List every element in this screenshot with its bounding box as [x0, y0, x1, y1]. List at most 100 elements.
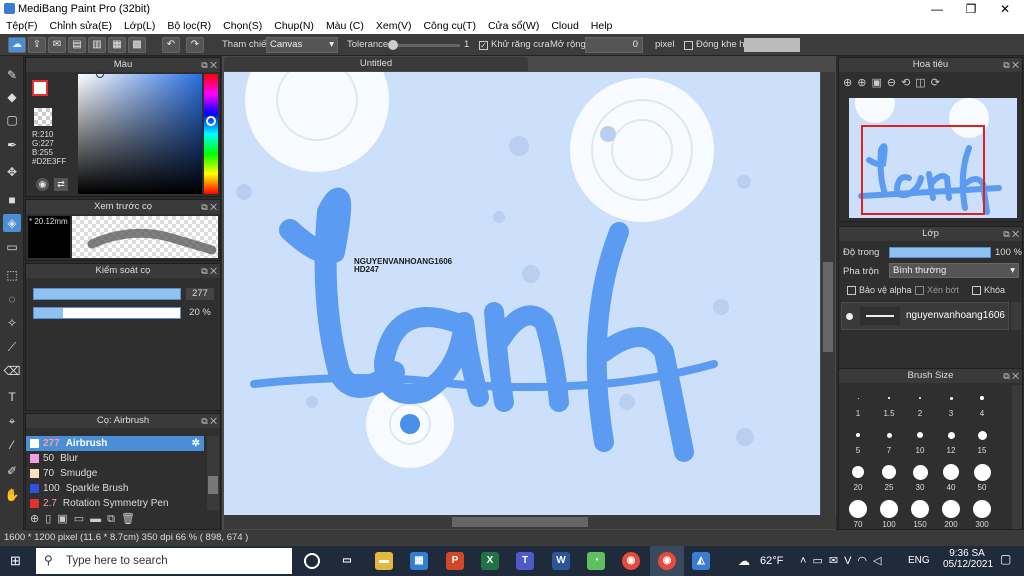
brush-size-option[interactable]: 2	[905, 387, 935, 425]
task-view-icon[interactable]: ▭	[338, 552, 356, 570]
menu-select[interactable]: Chọn(S)	[217, 18, 268, 34]
foreground-color-swatch[interactable]	[32, 80, 48, 96]
brush-size-option[interactable]: 5	[843, 424, 873, 462]
brush-list-scrollbar[interactable]	[207, 436, 219, 510]
operation-tool-icon[interactable]: ⌖	[3, 412, 21, 430]
chrome-active-icon[interactable]: ◉	[658, 552, 676, 570]
close-button[interactable]: ✕	[988, 0, 1022, 18]
vivaldi-icon[interactable]: V	[844, 555, 857, 567]
file-explorer-icon[interactable]: ▬	[375, 552, 393, 570]
menu-snap[interactable]: Chụp(N)	[268, 18, 320, 34]
panel-close-icon[interactable]: ⧉ ✕	[201, 264, 217, 278]
menu-cloud[interactable]: Cloud	[545, 18, 584, 34]
rotate-left-icon[interactable]: ⟲	[901, 77, 915, 89]
fill-rect-tool-icon[interactable]: ■	[3, 191, 21, 209]
folder-icon[interactable]: ▬	[90, 513, 107, 525]
brush-item-airbrush[interactable]: 277 Airbrush ✲	[26, 436, 204, 451]
copy-brush-icon[interactable]: ▭	[74, 513, 90, 525]
gear-icon[interactable]: ✲	[192, 436, 200, 451]
menu-filter[interactable]: Bộ lọc(R)	[161, 18, 217, 34]
chrome-icon[interactable]: ◉	[622, 552, 640, 570]
grid-icon[interactable]: ▦	[108, 37, 126, 53]
hue-handle[interactable]	[206, 116, 216, 126]
actual-size-icon[interactable]: ◫	[915, 77, 930, 89]
medibang-icon[interactable]: ◭	[692, 552, 710, 570]
bucket-tool-icon[interactable]: ◈	[3, 214, 21, 232]
redo-icon[interactable]: ↷	[186, 37, 204, 53]
brush-size-option[interactable]: 25	[874, 461, 904, 499]
brush-item-smudge[interactable]: 70 Smudge	[26, 466, 204, 481]
maximize-button[interactable]: ❐	[954, 0, 988, 18]
menu-view[interactable]: Xem(V)	[370, 18, 418, 34]
tolerance-slider[interactable]	[390, 44, 460, 47]
rect-tool-icon[interactable]: ▢	[3, 111, 21, 129]
clipping-checkbox[interactable]	[915, 286, 924, 295]
menu-help[interactable]: Help	[585, 18, 619, 34]
windows-start-icon[interactable]: ⊞	[10, 554, 24, 568]
chevron-up-icon[interactable]: ˄	[800, 555, 812, 567]
select-pen-icon[interactable]: ⟋	[3, 338, 21, 356]
brush-size-slider[interactable]	[33, 288, 181, 300]
add-brush-icon[interactable]: ⊕	[30, 513, 45, 525]
new-brush-icon[interactable]: ▯	[45, 513, 57, 525]
hand-tool-icon[interactable]: ✋	[3, 486, 21, 504]
select-eraser-icon[interactable]: ⌫	[3, 362, 21, 380]
antialias-checkbox[interactable]: ✓	[479, 41, 488, 50]
undo-icon[interactable]: ↶	[162, 37, 180, 53]
select-tool-icon[interactable]: ⬚	[3, 266, 21, 284]
text-tool-icon[interactable]: T	[3, 388, 21, 406]
layer-opacity-slider[interactable]	[889, 247, 991, 258]
zoom-out-icon[interactable]: ⊖	[887, 77, 901, 89]
excel-icon[interactable]: X	[481, 552, 499, 570]
pen-tool-icon[interactable]: ✒	[3, 136, 21, 154]
canvas-vertical-scrollbar[interactable]	[821, 72, 835, 515]
app-green-icon[interactable]: ◔	[587, 552, 605, 570]
move-tool-icon[interactable]: ✥	[3, 163, 21, 181]
protect-alpha-checkbox[interactable]	[847, 286, 856, 295]
brush-size-option[interactable]: 4	[967, 387, 997, 425]
panel-close-icon[interactable]: ⧉ ✕	[1003, 227, 1019, 241]
dropper-tool-icon[interactable]: ⁄	[3, 436, 21, 454]
share-icon[interactable]: ⇪	[28, 37, 46, 53]
layer-row[interactable]: nguyenvanhoang1606	[841, 302, 1009, 330]
brush-size-option[interactable]: 1	[843, 387, 873, 425]
brush-tool-icon[interactable]: ✎	[3, 66, 21, 84]
powerpoint-icon[interactable]: P	[446, 552, 464, 570]
visibility-eye-icon[interactable]	[846, 313, 853, 320]
brush-size-option[interactable]: 15	[967, 424, 997, 462]
brush-size-option[interactable]: 30	[905, 461, 935, 499]
panel-close-icon[interactable]: ⧉ ✕	[201, 414, 217, 428]
eraser-tool-icon[interactable]: ◆	[3, 88, 21, 106]
drawing-canvas[interactable]: NGUYENVANHOANG1606 HD247	[224, 72, 820, 515]
brush-size-option[interactable]: 40	[936, 461, 966, 499]
network-icon[interactable]: ▭	[812, 555, 828, 567]
volume-icon[interactable]: ◁	[873, 555, 887, 567]
expand-input[interactable]: 0	[585, 37, 643, 53]
brush-size-option[interactable]: 3	[936, 387, 966, 425]
swap-colors-icon[interactable]: ⇄	[54, 178, 68, 191]
cortana-icon[interactable]	[304, 553, 320, 569]
brush-size-option[interactable]: 20	[843, 461, 873, 499]
scrollbar-thumb[interactable]	[208, 476, 218, 494]
panel-close-icon[interactable]: ⧉ ✕	[1003, 369, 1019, 383]
menu-layer[interactable]: Lớp(L)	[118, 18, 161, 34]
panel-close-icon[interactable]: ⧉ ✕	[1003, 58, 1019, 72]
comment-icon[interactable]: ✉	[48, 37, 66, 53]
eyedropper-icon[interactable]: ✐	[3, 462, 21, 480]
notification-icon[interactable]: ▢	[1000, 552, 1016, 570]
panel-close-icon[interactable]: ⧉ ✕	[201, 58, 217, 72]
menu-color[interactable]: Màu (C)	[320, 18, 370, 34]
blend-mode-select[interactable]: Bình thường ▾	[889, 263, 1019, 278]
cloud-icon[interactable]: ☁	[8, 37, 26, 53]
brush-size-option[interactable]: 7	[874, 424, 904, 462]
transparent-swatch[interactable]	[34, 108, 52, 126]
zoom-in-icon[interactable]: ⊕	[843, 77, 857, 89]
language-indicator[interactable]: ENG	[908, 555, 930, 566]
brush-menu-icon[interactable]: ▣	[57, 513, 73, 525]
trash-icon[interactable]: 🗑	[121, 513, 141, 525]
fit-icon[interactable]: ▣	[871, 77, 886, 89]
word-icon[interactable]: W	[552, 552, 570, 570]
brush-size-scrollbar[interactable]	[1012, 385, 1022, 529]
layer-list-scrollbar[interactable]	[1011, 302, 1021, 330]
rotate-right-icon[interactable]: ⟳	[931, 77, 945, 89]
